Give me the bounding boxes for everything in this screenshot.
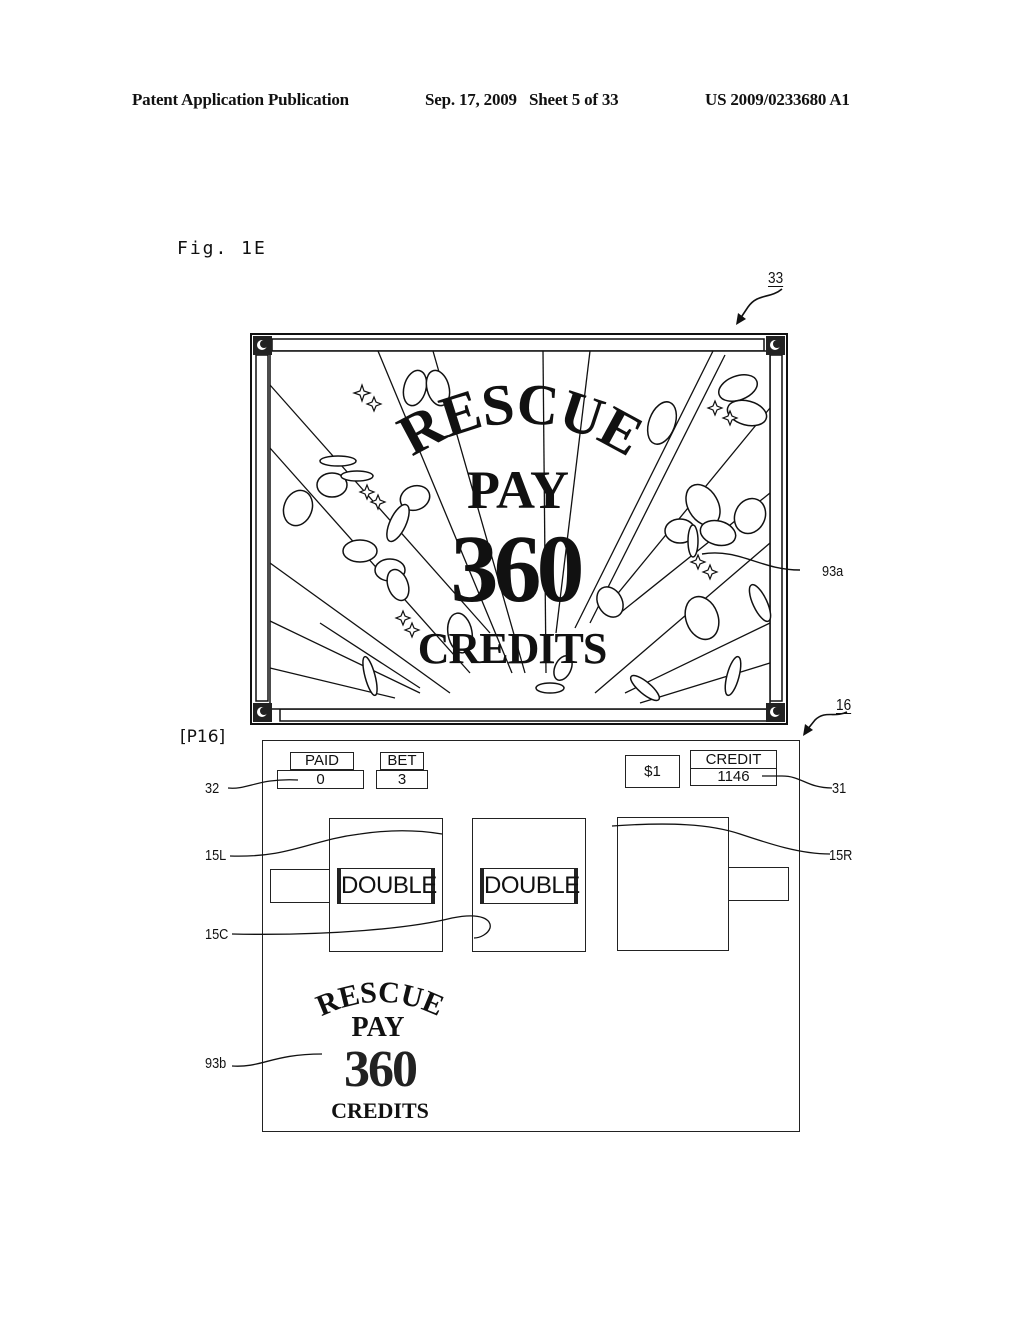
- bet-value: 3: [376, 770, 428, 789]
- corner-ornament-icon: [253, 336, 272, 355]
- upper-effect-title-line2: PAY: [467, 460, 569, 520]
- state-label: [P16]: [180, 727, 226, 747]
- denomination-button[interactable]: $1: [625, 755, 680, 788]
- reel-left-symbol: DOUBLE: [337, 868, 437, 904]
- leader-arrow-16: [803, 711, 848, 736]
- ref-15C: 15C: [205, 926, 229, 943]
- coin-icon: [340, 470, 374, 482]
- publication-date-sheet: Sep. 17, 2009 Sheet 5 of 33: [425, 90, 619, 109]
- upper-display-art: RESCUE PAY 360 CREDITS: [250, 333, 788, 725]
- leader-15L: [230, 830, 443, 857]
- lower-effect-title-line2: PAY: [352, 1012, 405, 1043]
- coin-icon: [319, 455, 357, 467]
- ref-32: 32: [205, 780, 220, 797]
- figure-label: Fig. 1E: [177, 238, 267, 259]
- corner-ornament-icon: [766, 336, 785, 355]
- ref-93b: 93b: [205, 1055, 227, 1072]
- right-side-tab: [728, 867, 789, 901]
- lower-effect-unit: CREDITS: [331, 1098, 429, 1123]
- coin-icon: [687, 524, 699, 558]
- publication-number: US 2009/0233680 A1: [705, 90, 850, 109]
- ref-15L: 15L: [205, 847, 227, 864]
- left-side-tab: [270, 869, 332, 903]
- ref-31: 31: [832, 780, 847, 797]
- publication-type: Patent Application Publication: [132, 90, 349, 109]
- leader-31: [762, 775, 833, 789]
- leader-arrow-33: [736, 288, 783, 325]
- paid-label: PAID: [290, 752, 354, 770]
- leader-93a: [701, 552, 801, 571]
- upper-display: RESCUE PAY 360 CREDITS: [250, 333, 788, 725]
- corner-ornament-icon: [253, 703, 272, 722]
- credit-label: CREDIT: [690, 750, 777, 769]
- corner-ornament-icon: [766, 703, 785, 722]
- ref-15R: 15R: [829, 847, 853, 864]
- lower-effect-amount: 360: [344, 1041, 417, 1098]
- leader-15C: [232, 915, 491, 939]
- leader-15R: [611, 823, 831, 855]
- coin-icon: [342, 539, 378, 563]
- coin-icon: [535, 682, 565, 694]
- reel-center-symbol: DOUBLE: [480, 868, 580, 904]
- leader-32: [228, 779, 299, 789]
- leader-93b: [232, 1053, 323, 1067]
- upper-effect-amount: 360: [451, 515, 582, 622]
- ref-93a: 93a: [822, 563, 844, 580]
- upper-effect-unit: CREDITS: [418, 624, 607, 673]
- bet-label: BET: [380, 752, 424, 770]
